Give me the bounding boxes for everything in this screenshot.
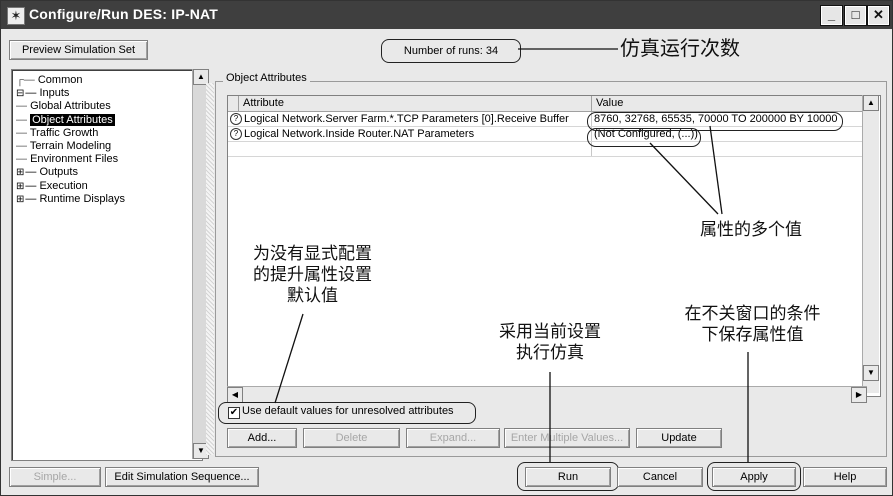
tree-connector: ┌—: [16, 74, 38, 86]
close-icon[interactable]: ✕: [867, 5, 890, 26]
minimize-icon[interactable]: _: [820, 5, 843, 26]
tree-item-label: Common: [37, 74, 83, 86]
table-row[interactable]: ? Logical Network.Inside Router.NAT Param…: [230, 127, 474, 141]
add-button[interactable]: Add...: [227, 428, 297, 448]
maximize-icon[interactable]: □: [844, 5, 867, 26]
preview-simulation-set-button[interactable]: Preview Simulation Set: [9, 40, 148, 60]
tree-connector: —: [16, 126, 30, 139]
tree-item-object-attributes[interactable]: — Object Attributes: [16, 113, 115, 126]
use-default-label[interactable]: Use default values for unresolved attrib…: [242, 405, 454, 417]
table-row[interactable]: ? Logical Network.Server Farm.*.TCP Param…: [230, 112, 569, 126]
table-vertical-scrollbar[interactable]: ▲ ▼: [862, 95, 879, 393]
tree-connector: —: [16, 140, 30, 152]
tree-item-execution[interactable]: ⊞— Execution: [16, 180, 88, 192]
tree-item-inputs[interactable]: ⊟— Inputs: [16, 87, 69, 99]
number-of-runs-label: Number of runs: 34: [403, 45, 499, 57]
annotation-defaults: 为没有显式配置 的提升属性设置 默认值: [253, 244, 372, 306]
runs-box: Number of runs: 34: [381, 39, 521, 63]
tree-connector: —: [16, 113, 31, 126]
tree-item-label: Global Attributes: [30, 100, 111, 113]
tree-item-label: Traffic Growth: [29, 126, 99, 139]
expand-button[interactable]: Expand...: [406, 428, 500, 448]
tree-connector: —: [16, 100, 31, 113]
tree-item-label: Environment Files: [30, 153, 119, 166]
expand-icon[interactable]: ⊞: [16, 181, 24, 192]
tree-item-environment-files[interactable]: — Environment Files: [16, 153, 118, 165]
tree-item-label: Terrain Modeling: [29, 140, 112, 152]
tree-item-runtime-displays[interactable]: ⊞— Runtime Displays: [16, 193, 125, 205]
delete-button[interactable]: Delete: [303, 428, 400, 448]
splitter-bar[interactable]: [206, 83, 214, 455]
not-configured-highlight: [587, 128, 701, 147]
annotation-apply: 在不关窗口的条件 下保存属性值: [684, 304, 821, 345]
tree-item-label: Inputs: [39, 87, 70, 100]
tree-connector: —: [16, 153, 31, 166]
attribute-cell: Logical Network.Inside Router.NAT Parame…: [244, 128, 475, 140]
tree-item-label: Outputs: [39, 166, 78, 179]
object-attributes-title: Object Attributes: [223, 72, 310, 84]
column-header-value[interactable]: Value: [592, 96, 868, 112]
annotation-run: 采用当前设置 执行仿真: [499, 322, 601, 363]
scroll-right-icon[interactable]: ▶: [851, 387, 867, 403]
tree-item-terrain-modeling[interactable]: — Terrain Modeling: [16, 140, 111, 152]
scroll-down-icon[interactable]: ▼: [863, 365, 879, 381]
tree-item-outputs[interactable]: ⊞— Outputs: [16, 166, 78, 178]
tree-item-global-attributes[interactable]: — Global Attributes: [16, 100, 111, 112]
help-button[interactable]: Help: [803, 467, 887, 487]
cancel-button[interactable]: Cancel: [617, 467, 703, 487]
star-app-icon: ✶: [7, 7, 25, 25]
question-icon[interactable]: ?: [230, 113, 242, 126]
edit-simulation-sequence-button[interactable]: Edit Simulation Sequence...: [105, 467, 259, 487]
configure-run-window: ✶ Configure/Run DES: IP-NAT _ □ ✕ Previe…: [0, 0, 893, 496]
apply-button[interactable]: Apply: [712, 467, 796, 487]
expand-icon[interactable]: ⊞: [16, 167, 24, 178]
title-bar: ✶ Configure/Run DES: IP-NAT _ □ ✕: [1, 1, 892, 29]
run-button[interactable]: Run: [525, 467, 611, 487]
simple-button[interactable]: Simple...: [9, 467, 101, 487]
window-title: Configure/Run DES: IP-NAT: [29, 6, 219, 22]
column-header-attribute[interactable]: Attribute: [239, 96, 592, 112]
expand-icon[interactable]: ⊞: [16, 194, 24, 205]
question-icon[interactable]: ?: [230, 128, 242, 141]
table-corner: [228, 96, 239, 112]
tree-item-common[interactable]: ┌— Common: [16, 74, 82, 86]
table-horizontal-scrollbar[interactable]: ◀ ▶: [227, 386, 867, 403]
tree-item-label: Execution: [39, 179, 88, 192]
tree-item-label: Object Attributes: [30, 113, 115, 126]
tree-item-traffic-growth[interactable]: — Traffic Growth: [16, 127, 98, 139]
scroll-up-icon[interactable]: ▲: [863, 95, 879, 111]
annotation-multi-values: 属性的多个值: [700, 220, 802, 240]
enter-multiple-values-button[interactable]: Enter Multiple Values...: [504, 428, 630, 448]
update-button[interactable]: Update: [636, 428, 722, 448]
scroll-left-icon[interactable]: ◀: [227, 387, 243, 403]
annotation-runs: 仿真运行次数: [620, 36, 740, 60]
collapse-icon[interactable]: ⊟: [16, 88, 24, 99]
use-default-checkbox[interactable]: ✔: [228, 407, 240, 419]
tree-item-label: Runtime Displays: [39, 192, 126, 205]
attribute-cell: Logical Network.Server Farm.*.TCP Parame…: [244, 113, 569, 125]
